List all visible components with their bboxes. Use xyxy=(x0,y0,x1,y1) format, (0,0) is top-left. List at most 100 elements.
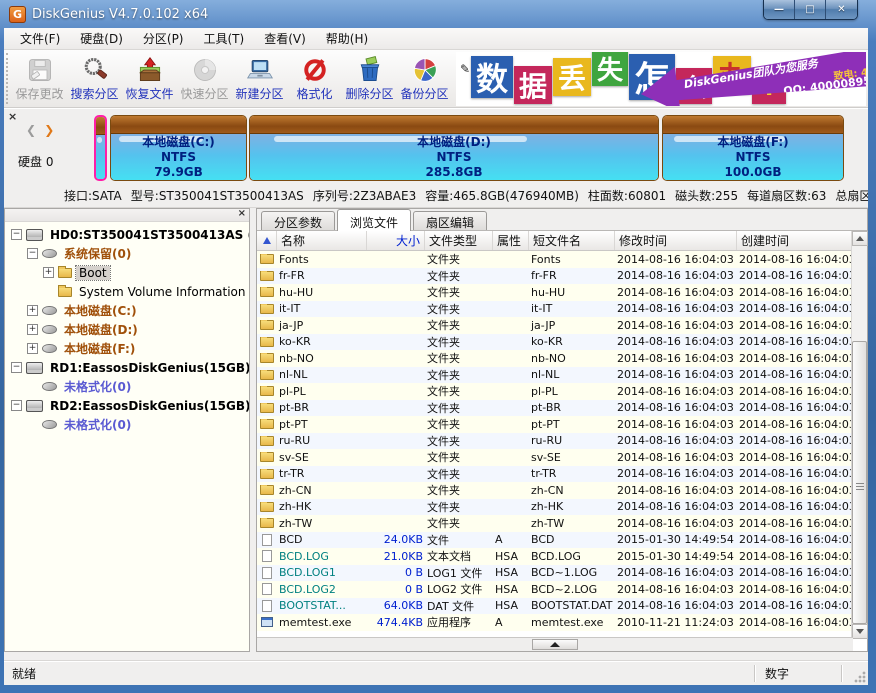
menu-partition[interactable]: 分区(P) xyxy=(133,28,194,50)
close-button[interactable]: ✕ xyxy=(826,0,857,19)
panel-close-icon[interactable]: × xyxy=(8,110,17,123)
scroll-up-icon[interactable] xyxy=(852,231,868,246)
tab-partition-params[interactable]: 分区参数 xyxy=(261,211,335,230)
maximize-button[interactable]: □ xyxy=(795,0,826,19)
table-row[interactable]: memtest.exe474.4KB应用程序Amemtest.exe2010-1… xyxy=(257,614,853,631)
file-cell-name: ru-RU xyxy=(277,434,367,447)
tree-close-icon[interactable]: × xyxy=(238,208,246,219)
tree-item[interactable]: − RD2:EassosDiskGenius(15GB) xyxy=(5,396,249,415)
disk-nav: ❮ ❯ xyxy=(26,123,54,137)
resize-grip[interactable] xyxy=(853,670,866,683)
sort-column-header[interactable] xyxy=(257,231,277,250)
file-cell-ctime: 2014-08-16 16:04:03 xyxy=(737,269,853,282)
table-row[interactable]: ko-KR文件夹ko-KR2014-08-16 16:04:032014-08-… xyxy=(257,334,853,351)
file-cell-name: fr-FR xyxy=(277,269,367,282)
expand-icon[interactable]: + xyxy=(27,324,38,335)
partition-block-f[interactable]: 本地磁盘(F:) NTFS 100.0GB xyxy=(662,115,844,181)
file-cell-mtime: 2014-08-16 16:04:03 xyxy=(615,566,737,579)
table-row[interactable]: nl-NL文件夹nl-NL2014-08-16 16:04:032014-08-… xyxy=(257,367,853,384)
next-disk-icon[interactable]: ❯ xyxy=(44,123,54,137)
table-row[interactable]: ru-RU文件夹ru-RU2014-08-16 16:04:032014-08-… xyxy=(257,433,853,450)
backup-partition-button[interactable]: 备份分区 xyxy=(397,50,452,107)
tree-item[interactable]: System Volume Information xyxy=(5,282,249,301)
tree-item[interactable]: −RD1:EassosDiskGenius(15GB) xyxy=(5,358,249,377)
new-partition-button[interactable]: 新建分区 xyxy=(232,50,287,107)
menu-view[interactable]: 查看(V) xyxy=(254,28,316,50)
collapse-icon[interactable]: − xyxy=(11,229,22,240)
partition-block-system-reserved[interactable] xyxy=(94,115,107,181)
disk-info-interface: 接口:SATA xyxy=(64,187,122,204)
tab-sector-edit[interactable]: 扇区编辑 xyxy=(413,211,487,230)
file-panel: 分区参数 浏览文件 扇区编辑 名称 大小 文件类型 属性 短文件名 修改时间 创… xyxy=(256,208,868,652)
scrollbar-thumb[interactable] xyxy=(852,341,867,624)
column-header-type[interactable]: 文件类型 xyxy=(425,231,493,250)
recover-files-button[interactable]: 恢复文件 xyxy=(122,50,177,107)
tree-item[interactable]: −系统保留(0) xyxy=(5,244,249,263)
table-row[interactable]: pl-PL文件夹pl-PL2014-08-16 16:04:032014-08-… xyxy=(257,383,853,400)
table-row[interactable]: pt-BR文件夹pt-BR2014-08-16 16:04:032014-08-… xyxy=(257,400,853,417)
expand-icon[interactable]: + xyxy=(27,343,38,354)
partition-block-d[interactable]: 本地磁盘(D:) NTFS 285.8GB xyxy=(249,115,659,181)
scroll-down-icon[interactable] xyxy=(852,624,868,639)
tab-browse-files[interactable]: 浏览文件 xyxy=(337,209,411,231)
table-row[interactable]: nb-NO文件夹nb-NO2014-08-16 16:04:032014-08-… xyxy=(257,350,853,367)
menu-disk[interactable]: 硬盘(D) xyxy=(70,28,133,50)
table-row[interactable]: Fonts文件夹Fonts2014-08-16 16:04:032014-08-… xyxy=(257,251,853,268)
collapse-icon[interactable]: − xyxy=(11,400,22,411)
format-icon xyxy=(301,56,329,84)
column-header-modified[interactable]: 修改时间 xyxy=(615,231,737,250)
tree-item[interactable]: 未格式化(0) xyxy=(5,415,249,434)
prev-disk-icon[interactable]: ❮ xyxy=(26,123,36,137)
collapse-panel-button[interactable] xyxy=(532,639,578,650)
table-row[interactable]: BCD24.0KB文件ABCD2015-01-30 14:49:542014-0… xyxy=(257,532,853,549)
table-row[interactable]: hu-HU文件夹hu-HU2014-08-16 16:04:032014-08-… xyxy=(257,284,853,301)
delete-partition-button[interactable]: 删除分区 xyxy=(342,50,397,107)
tree-item[interactable]: +本地磁盘(D:) xyxy=(5,320,249,339)
table-row[interactable]: sv-SE文件夹sv-SE2014-08-16 16:04:032014-08-… xyxy=(257,449,853,466)
save-changes-button[interactable]: 保存更改 xyxy=(12,50,67,107)
tree-item-label: RD2:EassosDiskGenius(15GB) xyxy=(47,399,249,413)
table-row[interactable]: pt-PT文件夹pt-PT2014-08-16 16:04:032014-08-… xyxy=(257,416,853,433)
table-row[interactable]: zh-CN文件夹zh-CN2014-08-16 16:04:032014-08-… xyxy=(257,482,853,499)
partition-block-c[interactable]: 本地磁盘(C:) NTFS 79.9GB xyxy=(110,115,247,181)
expand-icon[interactable]: + xyxy=(43,267,54,278)
tree-item[interactable]: −HD0:ST350041ST3500413AS (466GB) xyxy=(5,225,249,244)
column-header-size[interactable]: 大小 xyxy=(367,231,425,250)
collapse-icon[interactable]: − xyxy=(27,248,38,259)
table-row[interactable]: tr-TR文件夹tr-TR2014-08-16 16:04:032014-08-… xyxy=(257,466,853,483)
menu-tools[interactable]: 工具(T) xyxy=(194,28,255,50)
file-cell-short: pt-PT xyxy=(529,418,615,431)
expand-icon[interactable]: + xyxy=(27,305,38,316)
menu-file[interactable]: 文件(F) xyxy=(10,28,70,50)
ad-banner[interactable]: ✎ 数据丢失怎么办! DiskGenius团队为您服务 致电: 4 QQ: 40… xyxy=(456,52,866,106)
tree-item[interactable]: 未格式化(0) xyxy=(5,377,249,396)
table-row[interactable]: zh-TW文件夹zh-TW2014-08-16 16:04:032014-08-… xyxy=(257,515,853,532)
tree-item[interactable]: +本地磁盘(F:) xyxy=(5,339,249,358)
menu-help[interactable]: 帮助(H) xyxy=(316,28,378,50)
table-row[interactable]: zh-HK文件夹zh-HK2014-08-16 16:04:032014-08-… xyxy=(257,499,853,516)
search-partition-button[interactable]: 搜索分区 xyxy=(67,50,122,107)
minimize-button[interactable]: — xyxy=(764,0,795,19)
table-row[interactable]: BCD.LOG20 BLOG2 文件HSABCD~2.LOG2014-08-16… xyxy=(257,581,853,598)
vertical-scrollbar[interactable] xyxy=(851,231,867,639)
table-row[interactable]: BOOTSTAT...64.0KBDAT 文件HSABOOTSTAT.DAT20… xyxy=(257,598,853,615)
column-header-attr[interactable]: 属性 xyxy=(493,231,529,250)
column-header-created[interactable]: 创建时间 xyxy=(737,231,853,250)
file-cell-attr: A xyxy=(493,616,529,629)
column-header-shortname[interactable]: 短文件名 xyxy=(529,231,615,250)
tree-item[interactable]: +本地磁盘(C:) xyxy=(5,301,249,320)
column-header-name[interactable]: 名称 xyxy=(277,231,367,250)
table-row[interactable]: it-IT文件夹it-IT2014-08-16 16:04:032014-08-… xyxy=(257,301,853,318)
collapse-icon[interactable]: − xyxy=(11,362,22,373)
table-row[interactable]: fr-FR文件夹fr-FR2014-08-16 16:04:032014-08-… xyxy=(257,268,853,285)
horizontal-scrollbar[interactable] xyxy=(257,637,853,651)
disk-info-total-sectors: 总扇区数:976773168 xyxy=(835,187,868,204)
table-row[interactable]: BCD.LOG21.0KB文本文档HSABCD.LOG2015-01-30 14… xyxy=(257,548,853,565)
file-cell-type: 文件夹 xyxy=(425,317,493,333)
format-button[interactable]: 格式化 xyxy=(287,50,342,107)
table-row[interactable]: ja-JP文件夹ja-JP2014-08-16 16:04:032014-08-… xyxy=(257,317,853,334)
tree-item[interactable]: +Boot xyxy=(5,263,249,282)
title-bar[interactable]: G DiskGenius V4.7.0.102 x64 — □ ✕ xyxy=(0,0,876,28)
table-row[interactable]: BCD.LOG10 BLOG1 文件HSABCD~1.LOG2014-08-16… xyxy=(257,565,853,582)
quick-partition-button[interactable]: 快速分区 xyxy=(177,50,232,107)
